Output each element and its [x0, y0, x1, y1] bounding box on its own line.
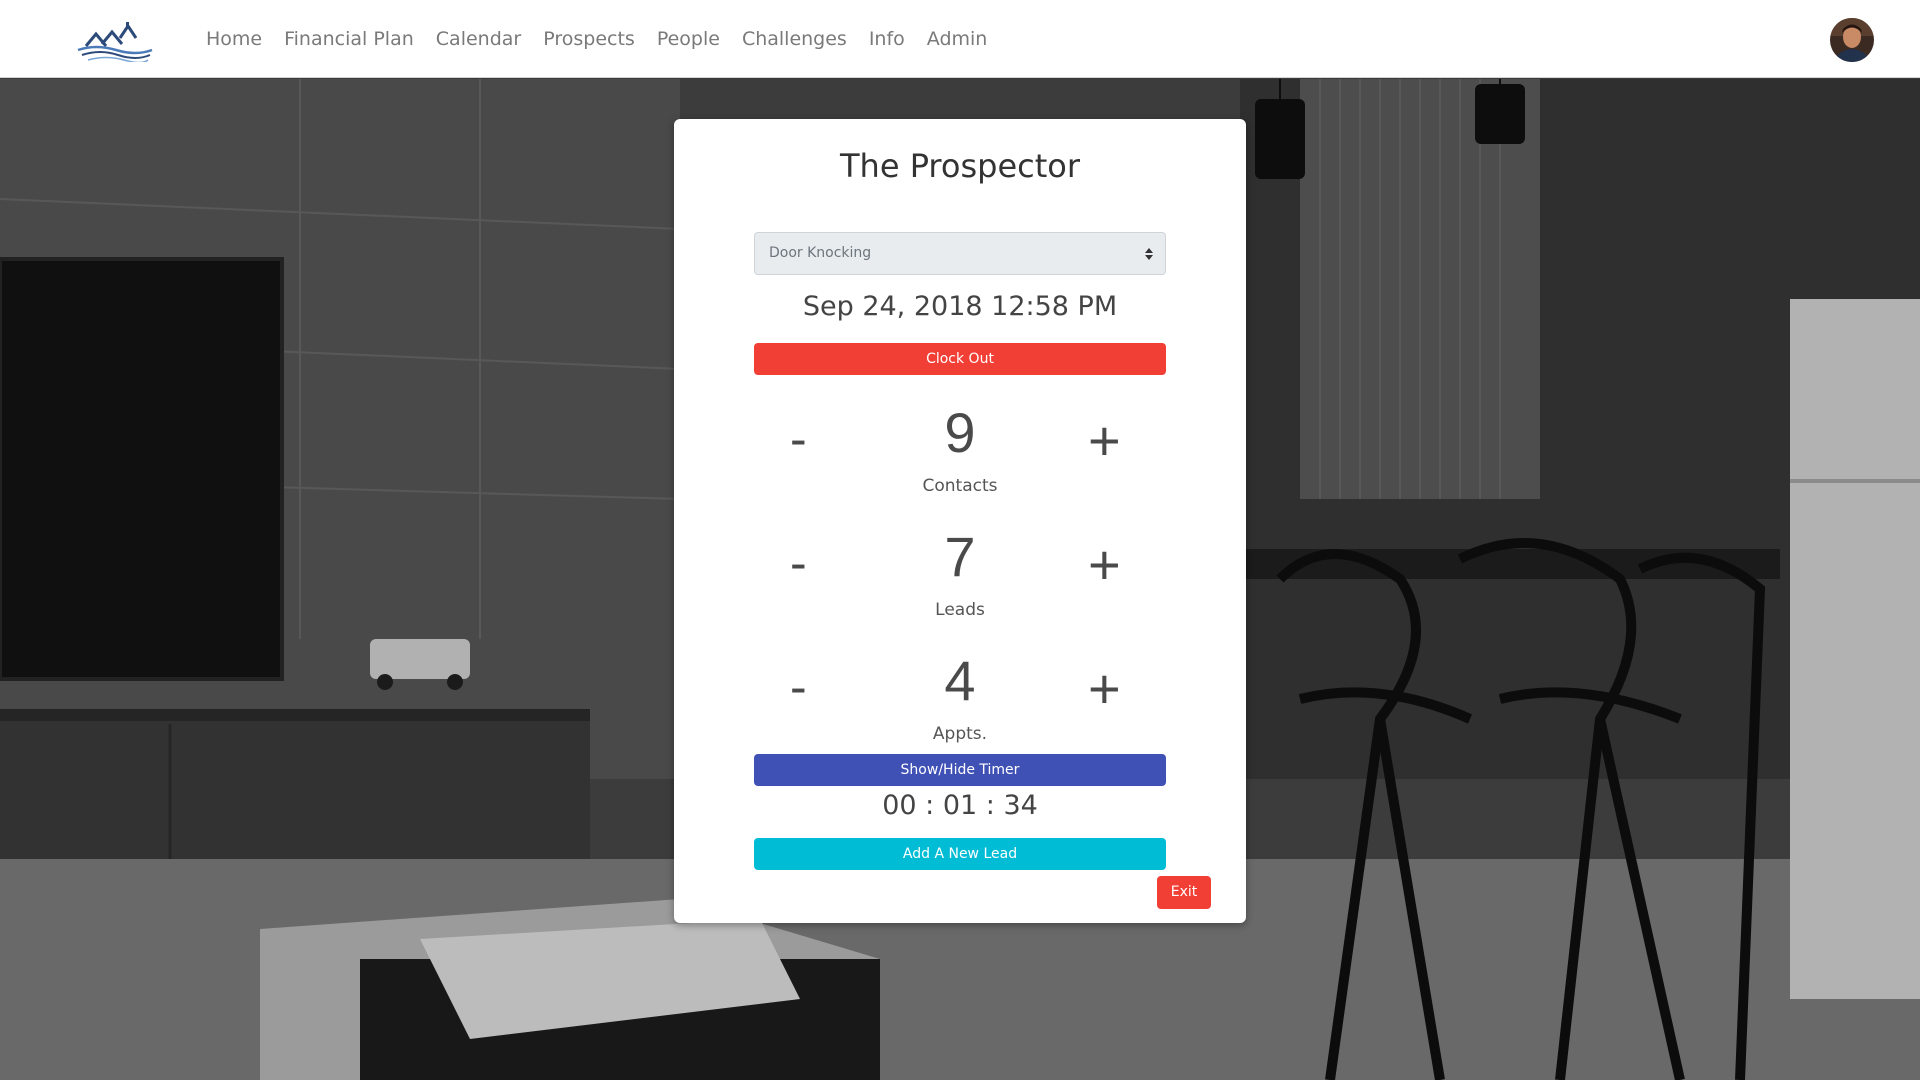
appts-label: Appts. [932, 724, 988, 744]
top-navbar: Home Financial Plan Calendar Prospects P… [0, 0, 1920, 78]
show-hide-timer-button[interactable]: Show/Hide Timer [754, 754, 1166, 786]
contacts-increment-button[interactable]: + [1088, 408, 1121, 473]
nav-admin[interactable]: Admin [927, 28, 988, 50]
leads-label: Leads [935, 600, 985, 620]
exit-button[interactable]: Exit [1157, 876, 1211, 909]
leads-increment-button[interactable]: + [1088, 532, 1121, 597]
contacts-value: 9 [944, 401, 976, 464]
activity-select[interactable]: Door Knocking [754, 232, 1166, 275]
activity-select-value: Door Knocking [769, 245, 872, 261]
elapsed-timer: 00 : 01 : 34 [882, 790, 1038, 821]
nav-challenges[interactable]: Challenges [742, 28, 847, 50]
leads-value: 7 [944, 525, 976, 588]
contacts-label: Contacts [922, 476, 998, 496]
clock-out-button[interactable]: Clock Out [754, 343, 1166, 375]
contacts-counter: - 9 + Contacts [674, 400, 1246, 510]
card-title: The Prospector [840, 147, 1080, 185]
nav-people[interactable]: People [657, 28, 720, 50]
nav-home[interactable]: Home [206, 28, 262, 50]
nav-info[interactable]: Info [869, 28, 905, 50]
select-arrows-icon [1145, 248, 1153, 260]
user-avatar-icon[interactable] [1830, 18, 1874, 62]
appts-value: 4 [944, 649, 976, 712]
current-datetime: Sep 24, 2018 12:58 PM [802, 291, 1118, 322]
appts-counter: - 4 + Appts. [674, 648, 1246, 758]
appts-increment-button[interactable]: + [1088, 656, 1121, 721]
main-nav: Home Financial Plan Calendar Prospects P… [206, 0, 1009, 78]
nav-calendar[interactable]: Calendar [436, 28, 521, 50]
nav-prospects[interactable]: Prospects [543, 28, 635, 50]
leads-counter: - 7 + Leads [674, 524, 1246, 634]
nav-financial-plan[interactable]: Financial Plan [284, 28, 414, 50]
prospector-card: The Prospector Door Knocking Sep 24, 201… [674, 119, 1246, 923]
logo-icon[interactable] [76, 20, 154, 64]
add-new-lead-button[interactable]: Add A New Lead [754, 838, 1166, 870]
